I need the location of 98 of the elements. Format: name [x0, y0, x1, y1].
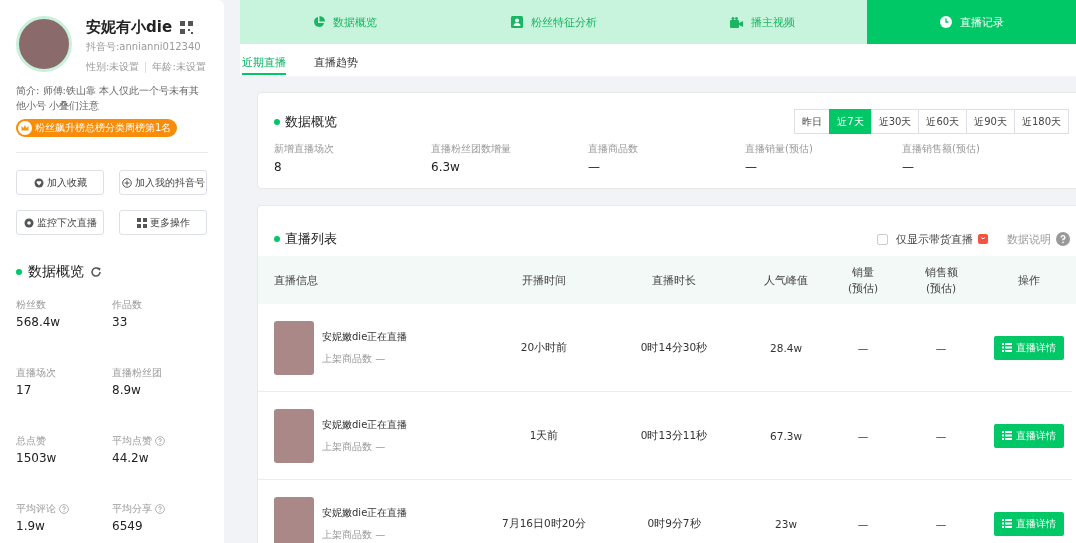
- grid-icon: [136, 217, 147, 228]
- period-button[interactable]: 近30天: [870, 109, 920, 134]
- metric-value: —: [745, 160, 758, 174]
- table-cell: —: [857, 429, 869, 442]
- age-text: 年龄:未设置: [152, 60, 206, 74]
- column-header: 人气峰值: [763, 273, 809, 288]
- heart-icon: [33, 177, 44, 188]
- metric-label: 直播销量(预估): [745, 142, 814, 156]
- stat-label: 作品数: [112, 298, 142, 312]
- live-title[interactable]: 安妮嫩die正在直播: [322, 329, 408, 344]
- metric-label: 直播粉丝团数增量: [431, 142, 512, 156]
- column-header: 销售额 (预估): [923, 265, 959, 296]
- period-button[interactable]: 近90天: [966, 109, 1015, 134]
- table-cell: —: [935, 341, 947, 354]
- live-title[interactable]: 安妮嫩die正在直播: [322, 505, 408, 520]
- stat-label: 粉丝数: [16, 298, 46, 312]
- help-icon[interactable]: [1056, 232, 1070, 246]
- qr-code-icon[interactable]: [180, 21, 194, 34]
- stat-value: 17: [16, 383, 33, 397]
- person-card-icon: [510, 16, 523, 28]
- photo-placeholder: [274, 496, 314, 543]
- shopping-bag-icon: [978, 234, 988, 244]
- metric-value: 6.3w: [431, 160, 461, 174]
- stat-value: 568.4w: [16, 315, 62, 329]
- column-header: 操作: [1017, 273, 1041, 288]
- filter-label[interactable]: 仅显示带货直播: [896, 231, 973, 247]
- monitor-icon: [23, 217, 34, 228]
- action-button[interactable]: 监控下次直播: [16, 210, 104, 235]
- stat-value: 1503w: [16, 451, 58, 465]
- help-icon[interactable]: [155, 436, 165, 446]
- action-button[interactable]: 更多操作: [119, 210, 207, 235]
- avatar-placeholder: [16, 16, 72, 72]
- plus-circle-icon: [121, 177, 132, 188]
- metric-value: 8: [274, 160, 283, 174]
- action-button[interactable]: 加入我的抖音号: [119, 170, 207, 195]
- column-header: 直播信息: [274, 273, 319, 288]
- stat-label: 总点赞: [16, 434, 46, 448]
- table-cell: 28.4w: [770, 341, 802, 354]
- clock-icon: [939, 16, 952, 28]
- table-cell: 1天前: [529, 428, 559, 441]
- table-cell: 23w: [775, 517, 797, 530]
- stat-label: 平均评论: [16, 502, 56, 516]
- metric-value: —: [902, 160, 915, 174]
- table-cell: 0时9分7秒: [647, 516, 701, 529]
- list-icon: [1002, 519, 1012, 528]
- table-cell: 67.3w: [770, 429, 802, 442]
- live-title[interactable]: 安妮嫩die正在直播: [322, 417, 408, 432]
- card-title: 数据概览: [285, 112, 337, 131]
- stat-label: 直播场次: [16, 366, 56, 380]
- metric-value: —: [588, 160, 601, 174]
- douyin-id: 抖音号:annianni012340: [86, 40, 202, 54]
- metric-label: 直播销售额(预估): [902, 142, 981, 156]
- video-camera-icon: [730, 16, 743, 28]
- column-header: 开播时间: [521, 273, 567, 288]
- period-button[interactable]: 近180天: [1013, 109, 1069, 134]
- action-button[interactable]: 加入收藏: [16, 170, 104, 195]
- stat-value: 44.2w: [112, 451, 150, 465]
- goods-count: 上架商品数 —: [322, 527, 387, 542]
- stat-value: 6549: [112, 519, 144, 533]
- table-cell: —: [857, 341, 869, 354]
- list-icon: [1002, 343, 1012, 352]
- stat-value: 8.9w: [112, 383, 142, 397]
- stat-label: 平均分享: [112, 502, 152, 516]
- subtab[interactable]: 直播趋势: [314, 44, 358, 75]
- checkbox[interactable]: [877, 233, 888, 245]
- column-header: 直播时长: [651, 273, 697, 288]
- photo-placeholder: [274, 320, 314, 375]
- period-button[interactable]: 昨日: [794, 109, 831, 134]
- photo-placeholder: [274, 408, 314, 463]
- table-cell: 20小时前: [520, 340, 568, 353]
- column-header: 销量 (预估): [846, 265, 880, 296]
- refresh-icon[interactable]: [90, 266, 102, 278]
- table-cell: 0时13分11秒: [640, 428, 708, 441]
- list-icon: [1002, 431, 1012, 440]
- bio-text: 简介: 师傅:铁山靠 本人仅此一个号未有其他小号 小叠们注意: [16, 84, 201, 113]
- metric-label: 直播商品数: [588, 142, 639, 156]
- period-button[interactable]: 近60天: [918, 109, 968, 134]
- table-cell: 7月16日0时20分: [501, 516, 587, 529]
- stat-value: 33: [112, 315, 129, 329]
- help-icon[interactable]: [59, 504, 69, 514]
- metric-label: 新增直播场次: [274, 142, 335, 156]
- gender-text: 性别:未设置: [86, 60, 140, 74]
- stat-value: 1.9w: [16, 519, 46, 533]
- badge-text: 粉丝飙升榜总榜分类周榜第1名: [35, 121, 172, 135]
- stat-label: 平均点赞: [112, 434, 152, 448]
- pie-chart-icon: [312, 16, 325, 28]
- card-title: 直播列表: [285, 230, 337, 248]
- table-cell: —: [857, 517, 869, 530]
- crown-icon: [18, 121, 32, 135]
- help-icon[interactable]: [155, 504, 165, 514]
- profile-name: 安妮有小die: [86, 18, 173, 37]
- goods-count: 上架商品数 —: [322, 439, 387, 454]
- section-title: 数据概览: [28, 263, 84, 281]
- goods-count: 上架商品数 —: [322, 351, 387, 366]
- table-cell: —: [935, 517, 947, 530]
- table-cell: —: [935, 429, 947, 442]
- table-cell: 0时14分30秒: [640, 340, 708, 353]
- stat-label: 直播粉丝团: [112, 366, 162, 380]
